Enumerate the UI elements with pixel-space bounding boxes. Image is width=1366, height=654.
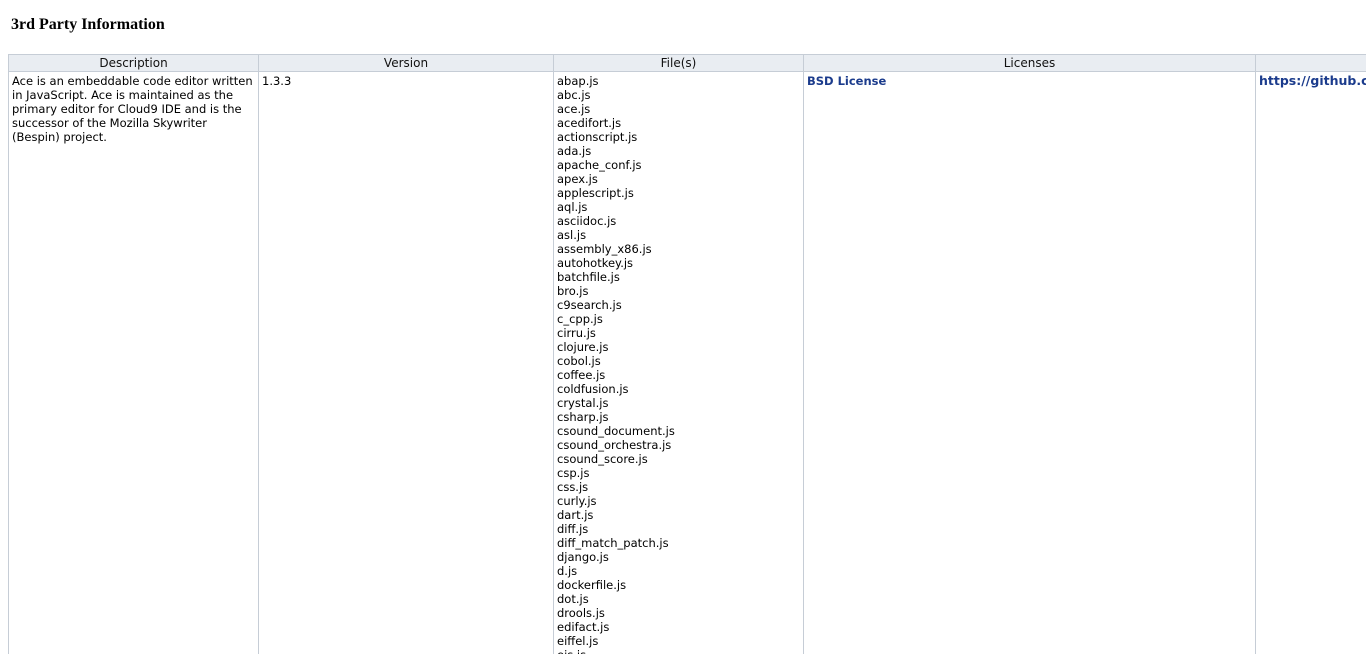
file-list-item: csound_score.js — [557, 452, 648, 466]
file-list-item: ace.js — [557, 102, 591, 116]
file-list-item: asciidoc.js — [557, 214, 617, 228]
file-list-item: cirru.js — [557, 326, 596, 340]
table-row: Ace is an embeddable code editor written… — [8, 71, 1366, 654]
file-list-item: django.js — [557, 550, 609, 564]
file-list-item: c_cpp.js — [557, 312, 603, 326]
table-header-row: Description Version File(s) Licenses — [8, 54, 1366, 72]
file-list-item: csharp.js — [557, 410, 609, 424]
cell-licenses: BSD License — [803, 71, 1256, 654]
file-list-item: abap.js — [557, 74, 599, 88]
header-description: Description — [8, 54, 259, 72]
file-list-item: dockerfile.js — [557, 578, 627, 592]
third-party-table: Description Version File(s) Licenses Ace… — [8, 54, 1366, 654]
cell-url: https://github.com/ajaxorg/ace — [1255, 71, 1366, 654]
header-version: Version — [258, 54, 554, 72]
file-list-item: css.js — [557, 480, 589, 494]
license-link[interactable]: BSD License — [807, 74, 886, 88]
file-list-item: cobol.js — [557, 354, 601, 368]
file-list-item: diff_match_patch.js — [557, 536, 669, 550]
file-list-item: abc.js — [557, 88, 591, 102]
file-list: abap.js abc.js ace.js acedifort.js actionscr… — [557, 74, 800, 654]
file-list-item: dot.js — [557, 592, 589, 606]
file-list-item: batchfile.js — [557, 270, 620, 284]
file-list-item: edifact.js — [557, 620, 610, 634]
file-list-item: csound_document.js — [557, 424, 675, 438]
file-list-item: csp.js — [557, 466, 590, 480]
file-list-item: coldfusion.js — [557, 382, 629, 396]
file-list-item: crystal.js — [557, 396, 609, 410]
cell-description: Ace is an embeddable code editor written… — [8, 71, 259, 654]
file-list-item: asl.js — [557, 228, 587, 242]
file-list-item: ejs.js — [557, 648, 800, 654]
third-party-table-container: Description Version File(s) Licenses Ace… — [8, 54, 1366, 654]
file-list-item: csound_orchestra.js — [557, 438, 672, 452]
file-list-item: assembly_x86.js — [557, 242, 652, 256]
cell-version: 1.3.3 — [258, 71, 554, 654]
file-list-item: bro.js — [557, 284, 589, 298]
file-list-item: clojure.js — [557, 340, 609, 354]
cell-files: abap.js abc.js ace.js acedifort.js actionscr… — [553, 71, 804, 654]
header-files: File(s) — [553, 54, 804, 72]
header-url — [1255, 54, 1366, 72]
page-title: 3rd Party Information — [11, 16, 165, 33]
file-list-item: apache_conf.js — [557, 158, 642, 172]
file-list-item: drools.js — [557, 606, 605, 620]
file-list-item: eiffel.js — [557, 634, 599, 648]
file-list-item: applescript.js — [557, 186, 634, 200]
header-licenses: Licenses — [803, 54, 1256, 72]
file-list-item: diff.js — [557, 522, 589, 536]
project-url-link[interactable]: https://github.com/ajaxorg/ace — [1259, 73, 1366, 88]
file-list-item: ada.js — [557, 144, 592, 158]
file-list-item: apex.js — [557, 172, 598, 186]
file-list-item: d.js — [557, 564, 578, 578]
file-list-item: aql.js — [557, 200, 588, 214]
file-list-item: curly.js — [557, 494, 597, 508]
file-list-item: coffee.js — [557, 368, 606, 382]
file-list-item: actionscript.js — [557, 130, 638, 144]
file-list-item: dart.js — [557, 508, 594, 522]
file-list-item: c9search.js — [557, 298, 622, 312]
file-list-item: acedifort.js — [557, 116, 622, 130]
file-list-item: autohotkey.js — [557, 256, 634, 270]
